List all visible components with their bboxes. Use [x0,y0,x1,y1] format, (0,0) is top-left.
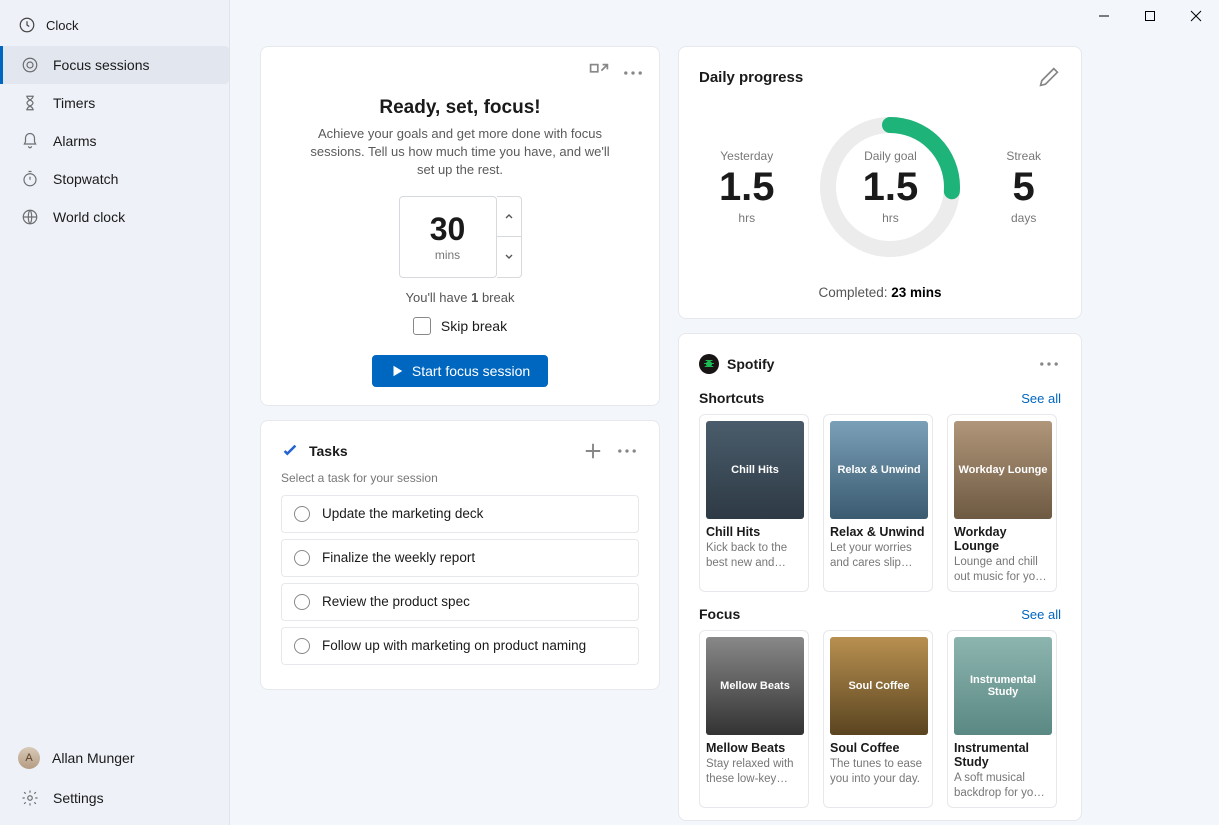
more-icon[interactable] [621,61,645,85]
settings-label: Settings [53,790,104,806]
minimize-button[interactable] [1081,0,1127,32]
expand-icon[interactable] [587,61,611,85]
clock-app-icon [18,16,36,34]
close-button[interactable] [1173,0,1219,32]
focus-section-title: Focus [699,606,740,622]
spotify-card: Spotify Shortcuts See all Chill HitsChil… [678,333,1082,821]
window-controls [1081,0,1219,32]
shortcuts-title: Shortcuts [699,390,764,406]
time-display: 30 mins [399,196,497,278]
time-picker: 30 mins [281,196,639,278]
break-info: You'll have 1 break [281,290,639,305]
nav-focus-sessions[interactable]: Focus sessions [0,46,229,84]
nav-label: World clock [53,209,125,225]
task-label: Update the marketing deck [322,506,483,521]
user-name: Allan Munger [52,750,135,766]
add-task-button[interactable] [581,439,605,463]
nav-world-clock[interactable]: World clock [0,198,229,236]
daily-progress-card: Daily progress Yesterday 1.5 hrs Daily g… [678,46,1082,319]
progress-ring: Daily goal 1.5 hrs [814,111,966,263]
task-item[interactable]: Update the marketing deck [281,495,639,533]
streak-stat: Streak 5 days [1006,149,1041,225]
playlist-soul-coffee[interactable]: Soul CoffeeSoul CoffeeThe tunes to ease … [823,630,933,808]
yesterday-stat: Yesterday 1.5 hrs [719,149,775,225]
skip-break-row[interactable]: Skip break [281,317,639,335]
bell-icon [21,132,39,150]
tasks-subtext: Select a task for your session [281,471,639,485]
nav-alarms[interactable]: Alarms [0,122,229,160]
focus-heading: Ready, set, focus! [281,97,639,119]
task-label: Finalize the weekly report [322,550,475,565]
tasks-title: Tasks [309,443,348,459]
sidebar-bottom: A Allan Munger Settings [0,737,229,825]
task-item[interactable]: Follow up with marketing on product nami… [281,627,639,665]
start-focus-label: Start focus session [412,363,530,379]
shortcuts-see-all[interactable]: See all [1021,391,1061,406]
focus-subtext: Achieve your goals and get more done wit… [309,125,611,180]
avatar: A [18,747,40,769]
skip-break-checkbox[interactable] [413,317,431,335]
nav-timers[interactable]: Timers [0,84,229,122]
edit-icon[interactable] [1037,65,1061,89]
maximize-button[interactable] [1127,0,1173,32]
nav-stopwatch[interactable]: Stopwatch [0,160,229,198]
playlist-art: Relax & Unwind [830,421,928,519]
nav-label: Alarms [53,133,97,149]
task-radio[interactable] [294,638,310,654]
playlist-art: Instrumental Study [954,637,1052,735]
playlist-art: Mellow Beats [706,637,804,735]
task-radio[interactable] [294,506,310,522]
playlist-relax-unwind[interactable]: Relax & UnwindRelax & UnwindLet your wor… [823,414,933,592]
time-stepper [497,196,522,278]
focus-see-all[interactable]: See all [1021,607,1061,622]
sidebar: Clock Focus sessions Timers Alarms Stopw… [0,0,230,825]
nav-label: Timers [53,95,95,111]
playlist-art: Soul Coffee [830,637,928,735]
playlist-mellow-beats[interactable]: Mellow BeatsMellow BeatsStay relaxed wit… [699,630,809,808]
task-label: Follow up with marketing on product nami… [322,638,586,653]
todo-icon [281,442,299,460]
task-item[interactable]: Finalize the weekly report [281,539,639,577]
app-title: Clock [46,18,79,33]
playlist-art: Workday Lounge [954,421,1052,519]
nav-settings[interactable]: Settings [0,779,229,817]
tasks-more-icon[interactable] [615,439,639,463]
time-unit: mins [435,248,460,262]
start-focus-button[interactable]: Start focus session [372,355,548,387]
playlist-chill-hits[interactable]: Chill HitsChill HitsKick back to the bes… [699,414,809,592]
step-down-button[interactable] [497,237,521,277]
playlist-instrumental-study[interactable]: Instrumental StudyInstrumental StudyA so… [947,630,1057,808]
main-content: Ready, set, focus! Achieve your goals an… [230,0,1219,825]
time-value: 30 [430,211,466,248]
playlist-art: Chill Hits [706,421,804,519]
nav: Focus sessions Timers Alarms Stopwatch W… [0,46,229,737]
spotify-icon [699,354,719,374]
nav-label: Focus sessions [53,57,149,73]
playlist-workday-lounge[interactable]: Workday LoungeWorkday LoungeLounge and c… [947,414,1057,592]
focus-icon [21,56,39,74]
spotify-more-icon[interactable] [1037,352,1061,376]
tasks-card: Tasks Select a task for your session Upd… [260,420,660,690]
stopwatch-icon [21,170,39,188]
spotify-brand: Spotify [727,356,774,372]
app-header: Clock [0,8,229,46]
hourglass-icon [21,94,39,112]
task-radio[interactable] [294,550,310,566]
globe-icon [21,208,39,226]
gear-icon [21,789,39,807]
skip-break-label: Skip break [441,318,507,334]
task-item[interactable]: Review the product spec [281,583,639,621]
focus-session-card: Ready, set, focus! Achieve your goals an… [260,46,660,406]
progress-title: Daily progress [699,69,803,86]
nav-label: Stopwatch [53,171,118,187]
completed-text: Completed: 23 mins [699,285,1061,300]
step-up-button[interactable] [497,197,521,238]
task-label: Review the product spec [322,594,470,609]
user-account-button[interactable]: A Allan Munger [0,737,229,779]
task-radio[interactable] [294,594,310,610]
